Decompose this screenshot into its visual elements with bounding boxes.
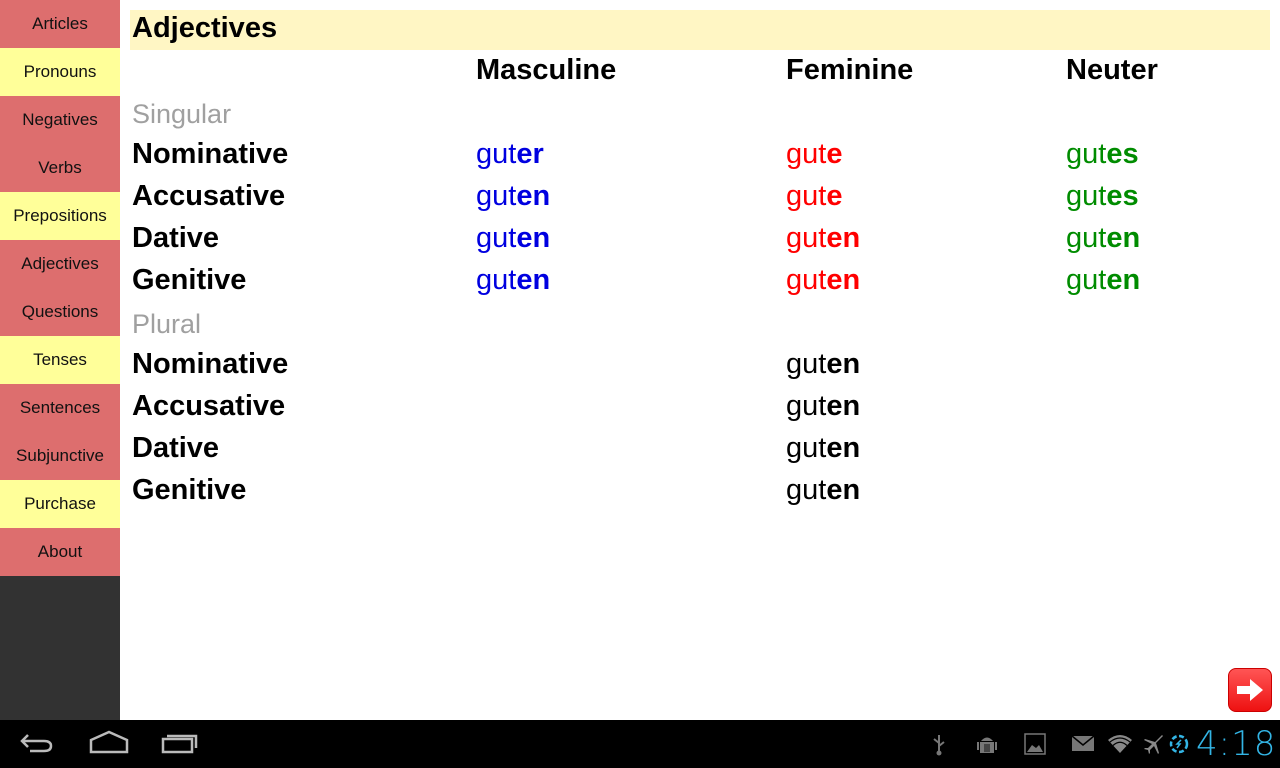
neuter-form: guten	[1066, 222, 1140, 255]
masculine-form: guten	[476, 222, 550, 255]
word-stem: gut	[786, 390, 827, 422]
masculine-form: guten	[476, 264, 550, 297]
feminine-form: guten	[786, 264, 860, 297]
case-label-plural-nominative: Nominative	[132, 348, 289, 380]
word-stem: gut	[1066, 138, 1107, 170]
back-icon	[20, 734, 53, 753]
section-label-plural: Plural	[132, 309, 202, 339]
case-label-singular-dative: Dative	[132, 222, 220, 254]
word-ending: en	[1106, 264, 1141, 296]
android-debug-icon	[975, 733, 999, 762]
home-button[interactable]	[89, 730, 129, 761]
word-stem: gut	[476, 138, 517, 170]
sidebar-item-adjectives[interactable]: Adjectives	[0, 240, 120, 288]
word-ending: er	[516, 138, 544, 170]
word-stem: gut	[786, 432, 827, 464]
word-stem: gut	[786, 474, 827, 506]
mail-icon	[1071, 733, 1095, 758]
title-bar: Adjectives	[130, 10, 1270, 50]
word-ending: en	[826, 474, 861, 506]
sidebar-item-verbs[interactable]: Verbs	[0, 144, 120, 192]
feminine-form: guten	[786, 222, 860, 255]
word-stem: gut	[786, 348, 827, 380]
word-ending: en	[826, 390, 861, 422]
word-ending: es	[1106, 138, 1139, 170]
sidebar-item-articles[interactable]: Articles	[0, 0, 120, 48]
neuter-form: guten	[1066, 264, 1140, 297]
case-label-plural-dative: Dative	[132, 432, 220, 464]
case-label-singular-genitive: Genitive	[132, 264, 247, 296]
neuter-form: gutes	[1066, 138, 1139, 171]
word-ending: e	[826, 180, 843, 212]
word-stem: gut	[786, 180, 827, 212]
case-label-singular-nominative: Nominative	[132, 138, 289, 170]
image-icon	[1024, 733, 1046, 760]
column-header-feminine: Feminine	[786, 54, 914, 86]
arrow-right-icon	[1237, 679, 1263, 701]
column-header-neuter: Neuter	[1066, 54, 1158, 86]
sidebar-item-prepositions[interactable]: Prepositions	[0, 192, 120, 240]
sidebar-item-questions[interactable]: Questions	[0, 288, 120, 336]
case-label-plural-genitive: Genitive	[132, 474, 247, 506]
feminine-form: gute	[786, 138, 842, 171]
column-header-masculine: Masculine	[476, 54, 617, 86]
masculine-form: guten	[476, 180, 550, 213]
word-ending: en	[826, 348, 861, 380]
wifi-icon	[1107, 733, 1133, 760]
main-content: Adjectives Masculine Feminine Neuter Sin…	[120, 0, 1280, 720]
word-stem: gut	[476, 264, 517, 296]
word-ending: en	[1106, 222, 1141, 254]
section-label-singular: Singular	[132, 99, 232, 129]
word-ending: en	[516, 264, 551, 296]
recent-apps-icon	[161, 734, 198, 754]
clock: 4:18	[1196, 724, 1277, 764]
nav-list: Articles Pronouns Negatives Verbs Prepositio…	[0, 0, 120, 576]
usb-icon	[930, 733, 948, 762]
word-stem: gut	[786, 138, 827, 170]
word-ending: en	[826, 432, 861, 464]
sidebar-item-negatives[interactable]: Negatives	[0, 96, 120, 144]
system-navigation-bar: 4:18	[0, 720, 1280, 768]
word-ending: e	[826, 138, 843, 170]
plural-form: guten	[786, 474, 860, 507]
word-stem: gut	[1066, 180, 1107, 212]
plural-form: guten	[786, 348, 860, 381]
back-button[interactable]	[18, 730, 56, 761]
case-label-singular-accusative: Accusative	[132, 180, 286, 212]
sync-icon	[1168, 733, 1190, 760]
sidebar-item-tenses[interactable]: Tenses	[0, 336, 120, 384]
word-ending: en	[516, 180, 551, 212]
recent-apps-button[interactable]	[161, 730, 199, 761]
sidebar: Articles Pronouns Negatives Verbs Prepositio…	[0, 0, 120, 720]
word-ending: en	[516, 222, 551, 254]
page-title: Adjectives	[132, 12, 278, 44]
word-stem: gut	[786, 222, 827, 254]
plural-form: guten	[786, 390, 860, 423]
neuter-form: gutes	[1066, 180, 1139, 213]
case-label-plural-accusative: Accusative	[132, 390, 286, 422]
sidebar-item-about[interactable]: About	[0, 528, 120, 576]
word-stem: gut	[476, 180, 517, 212]
sidebar-item-pronouns[interactable]: Pronouns	[0, 48, 120, 96]
word-stem: gut	[1066, 264, 1107, 296]
sidebar-item-subjunctive[interactable]: Subjunctive	[0, 432, 120, 480]
next-button[interactable]	[1228, 668, 1272, 712]
word-stem: gut	[476, 222, 517, 254]
feminine-form: gute	[786, 180, 842, 213]
plural-form: guten	[786, 432, 860, 465]
sidebar-item-sentences[interactable]: Sentences	[0, 384, 120, 432]
home-icon	[89, 730, 129, 754]
word-stem: gut	[1066, 222, 1107, 254]
word-ending: en	[826, 222, 861, 254]
sidebar-item-purchase[interactable]: Purchase	[0, 480, 120, 528]
word-ending: es	[1106, 180, 1139, 212]
masculine-form: guter	[476, 138, 544, 171]
airplane-icon	[1142, 733, 1164, 760]
word-stem: gut	[786, 264, 827, 296]
word-ending: en	[826, 264, 861, 296]
